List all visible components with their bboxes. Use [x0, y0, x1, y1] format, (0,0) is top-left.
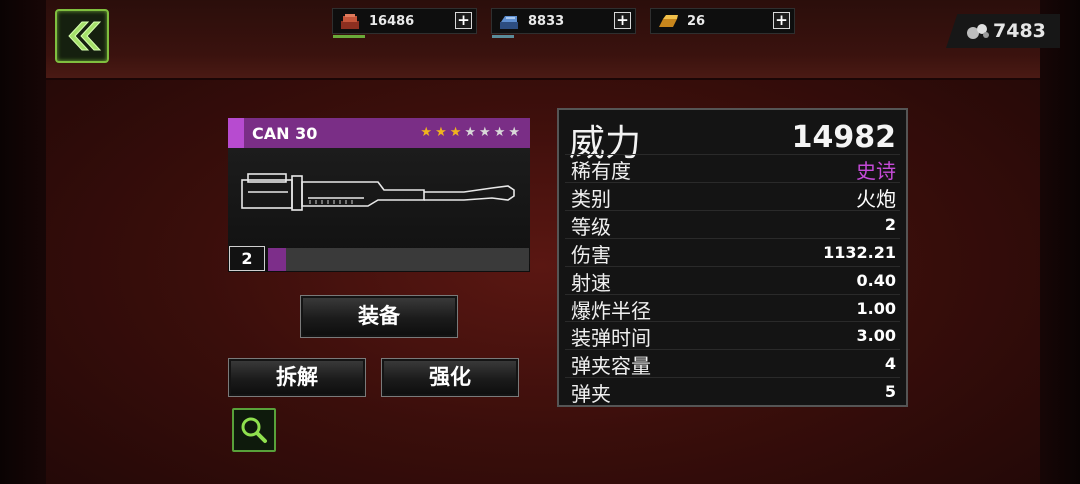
stat-row: 爆炸半径 1.00	[559, 293, 906, 323]
star-rating: ★ ★ ★ ★ ★ ★ ★	[420, 125, 520, 140]
ingots-bar	[492, 35, 514, 38]
upgrade-button[interactable]: 强化	[381, 358, 519, 397]
star-empty-icon: ★	[493, 125, 506, 140]
star-filled-icon: ★	[435, 125, 447, 140]
stat-divider	[565, 237, 900, 239]
add-ingots-button[interactable]: +	[614, 12, 631, 29]
gold-bar-icon	[659, 15, 678, 27]
stat-row: 等级 2	[559, 209, 906, 239]
stat-value: 5	[884, 382, 896, 402]
xp-bar	[268, 248, 529, 271]
stat-label: 稀有度	[571, 159, 631, 183]
stat-row: 装弹时间 3.00	[559, 321, 906, 351]
stat-divider	[565, 209, 900, 211]
bricks-count: 16486	[369, 14, 415, 29]
stat-label: 爆炸半径	[571, 298, 651, 323]
stat-row: 弹夹 5	[559, 377, 906, 407]
stat-row: 稀有度 史诗	[559, 154, 906, 183]
stat-value: 火炮	[856, 186, 896, 211]
gems-count: 7483	[993, 20, 1046, 42]
stat-value: 3.00	[856, 326, 896, 346]
left-edge-shadow	[0, 0, 46, 484]
power-value: 14982	[791, 120, 896, 155]
stat-row: 伤害 1132.21	[559, 237, 906, 267]
stat-label: 射速	[571, 270, 611, 295]
magnifier-icon	[241, 417, 267, 443]
stat-label: 装弹时间	[571, 326, 651, 351]
gems-icon	[967, 24, 989, 39]
star-empty-icon: ★	[508, 125, 520, 140]
inspect-button[interactable]	[232, 408, 276, 452]
add-gold-button[interactable]: +	[773, 12, 790, 29]
star-empty-icon: ★	[464, 125, 477, 140]
cannon-icon	[241, 173, 515, 211]
rarity-accent	[228, 118, 244, 148]
stat-divider	[565, 265, 900, 267]
star-empty-icon: ★	[479, 125, 491, 140]
stat-row: 类别 火炮	[559, 181, 906, 211]
stat-value: 1.00	[856, 298, 896, 318]
stats-panel: 威力 14982 稀有度 史诗 类别 火炮 等级 2 伤害 1132.21 射速 0.40 爆炸半径…	[557, 108, 908, 407]
weapon-level: 2	[229, 246, 265, 271]
gold-count: 26	[687, 14, 706, 29]
stat-value: 2	[884, 214, 896, 234]
double-chevron-left-icon	[68, 21, 102, 51]
ingots-count: 8833	[528, 14, 565, 29]
back-button[interactable]	[55, 9, 109, 63]
weapon-image	[228, 148, 530, 264]
stat-value: 0.40	[856, 270, 896, 290]
equip-button[interactable]: 装备	[300, 295, 458, 338]
star-filled-icon: ★	[449, 125, 462, 140]
weapon-card-header: CAN 30 ★ ★ ★ ★ ★ ★ ★	[228, 118, 530, 148]
stat-label: 伤害	[571, 242, 611, 267]
bricks-bar	[333, 35, 365, 38]
bricks-icon	[341, 14, 359, 29]
stat-divider	[565, 377, 900, 379]
stat-label: 弹夹容量	[571, 354, 651, 379]
ingots-icon	[500, 16, 518, 29]
right-edge-shadow	[1040, 0, 1080, 484]
resource-ingots: 8833 +	[491, 8, 636, 38]
stat-divider	[565, 181, 900, 183]
dismantle-button[interactable]: 拆解	[228, 358, 366, 397]
stat-label: 等级	[571, 214, 611, 239]
xp-bar-fill	[268, 248, 287, 271]
stat-row: 弹夹容量 4	[559, 349, 906, 379]
stat-value: 史诗	[856, 159, 896, 183]
stat-value: 4	[884, 354, 896, 374]
add-bricks-button[interactable]: +	[455, 12, 472, 29]
resource-bricks: 16486 +	[332, 8, 477, 38]
stat-value: 1132.21	[823, 242, 896, 262]
weapon-name: CAN 30	[252, 124, 318, 143]
resource-gold: 26 +	[650, 8, 795, 34]
gems-counter: 7483	[946, 14, 1060, 48]
stat-row: 射速 0.40	[559, 265, 906, 295]
stat-label: 类别	[571, 186, 611, 211]
stat-label: 弹夹	[571, 382, 611, 407]
star-filled-icon: ★	[420, 125, 433, 140]
